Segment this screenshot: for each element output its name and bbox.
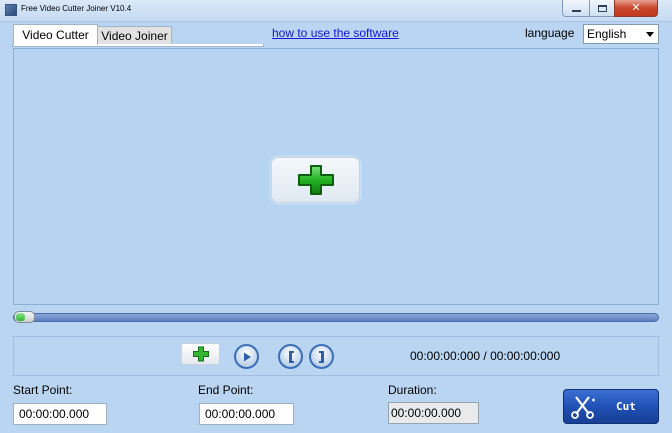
set-end-icon [318,350,324,363]
tab-video-cutter[interactable]: Video Cutter [13,24,98,45]
duration-label: Duration: [388,383,437,397]
duration-field: 00:00:00.000 [388,402,479,424]
cut-button[interactable]: Cut [563,389,659,424]
play-icon [243,352,251,361]
close-icon: ✕ [631,1,641,14]
set-end-button[interactable] [309,344,334,369]
language-value: English [587,27,627,41]
window-title: Free Video Cutter Joiner V10.4 [21,4,132,13]
dropdown-arrow-icon [646,32,654,37]
start-point-label: Start Point: [13,383,73,397]
language-select[interactable]: English [583,24,659,44]
set-start-button[interactable] [278,344,303,369]
add-icon [192,346,209,362]
start-point-input[interactable]: 00:00:00.000 [13,403,107,425]
time-display: 00:00:00:000 / 00:00:00:000 [410,349,561,363]
help-link[interactable]: how to use the software [272,26,399,40]
minimize-icon [571,10,581,12]
tab-label: Video Cutter [22,28,89,42]
tab-video-joiner[interactable]: Video Joiner [97,26,172,44]
tab-label: Video Joiner [101,28,168,43]
seek-bar[interactable] [13,313,659,322]
set-start-icon [288,350,294,363]
app-icon [5,4,17,16]
playback-controls [13,336,659,376]
close-button[interactable]: ✕ [614,0,658,17]
maximize-icon [597,4,607,12]
seek-handle-indicator [16,313,25,321]
cut-button-label: Cut [616,400,636,413]
end-point-label: End Point: [198,383,254,397]
play-button[interactable] [234,344,259,369]
end-point-input[interactable]: 00:00:00.000 [199,403,294,425]
scissors-icon [570,394,596,420]
add-video-button[interactable] [271,157,360,203]
maximize-button[interactable] [589,0,615,17]
language-label: language [525,26,575,40]
add-icon [297,165,334,195]
minimize-button[interactable] [562,0,590,17]
add-file-button[interactable] [181,343,220,365]
